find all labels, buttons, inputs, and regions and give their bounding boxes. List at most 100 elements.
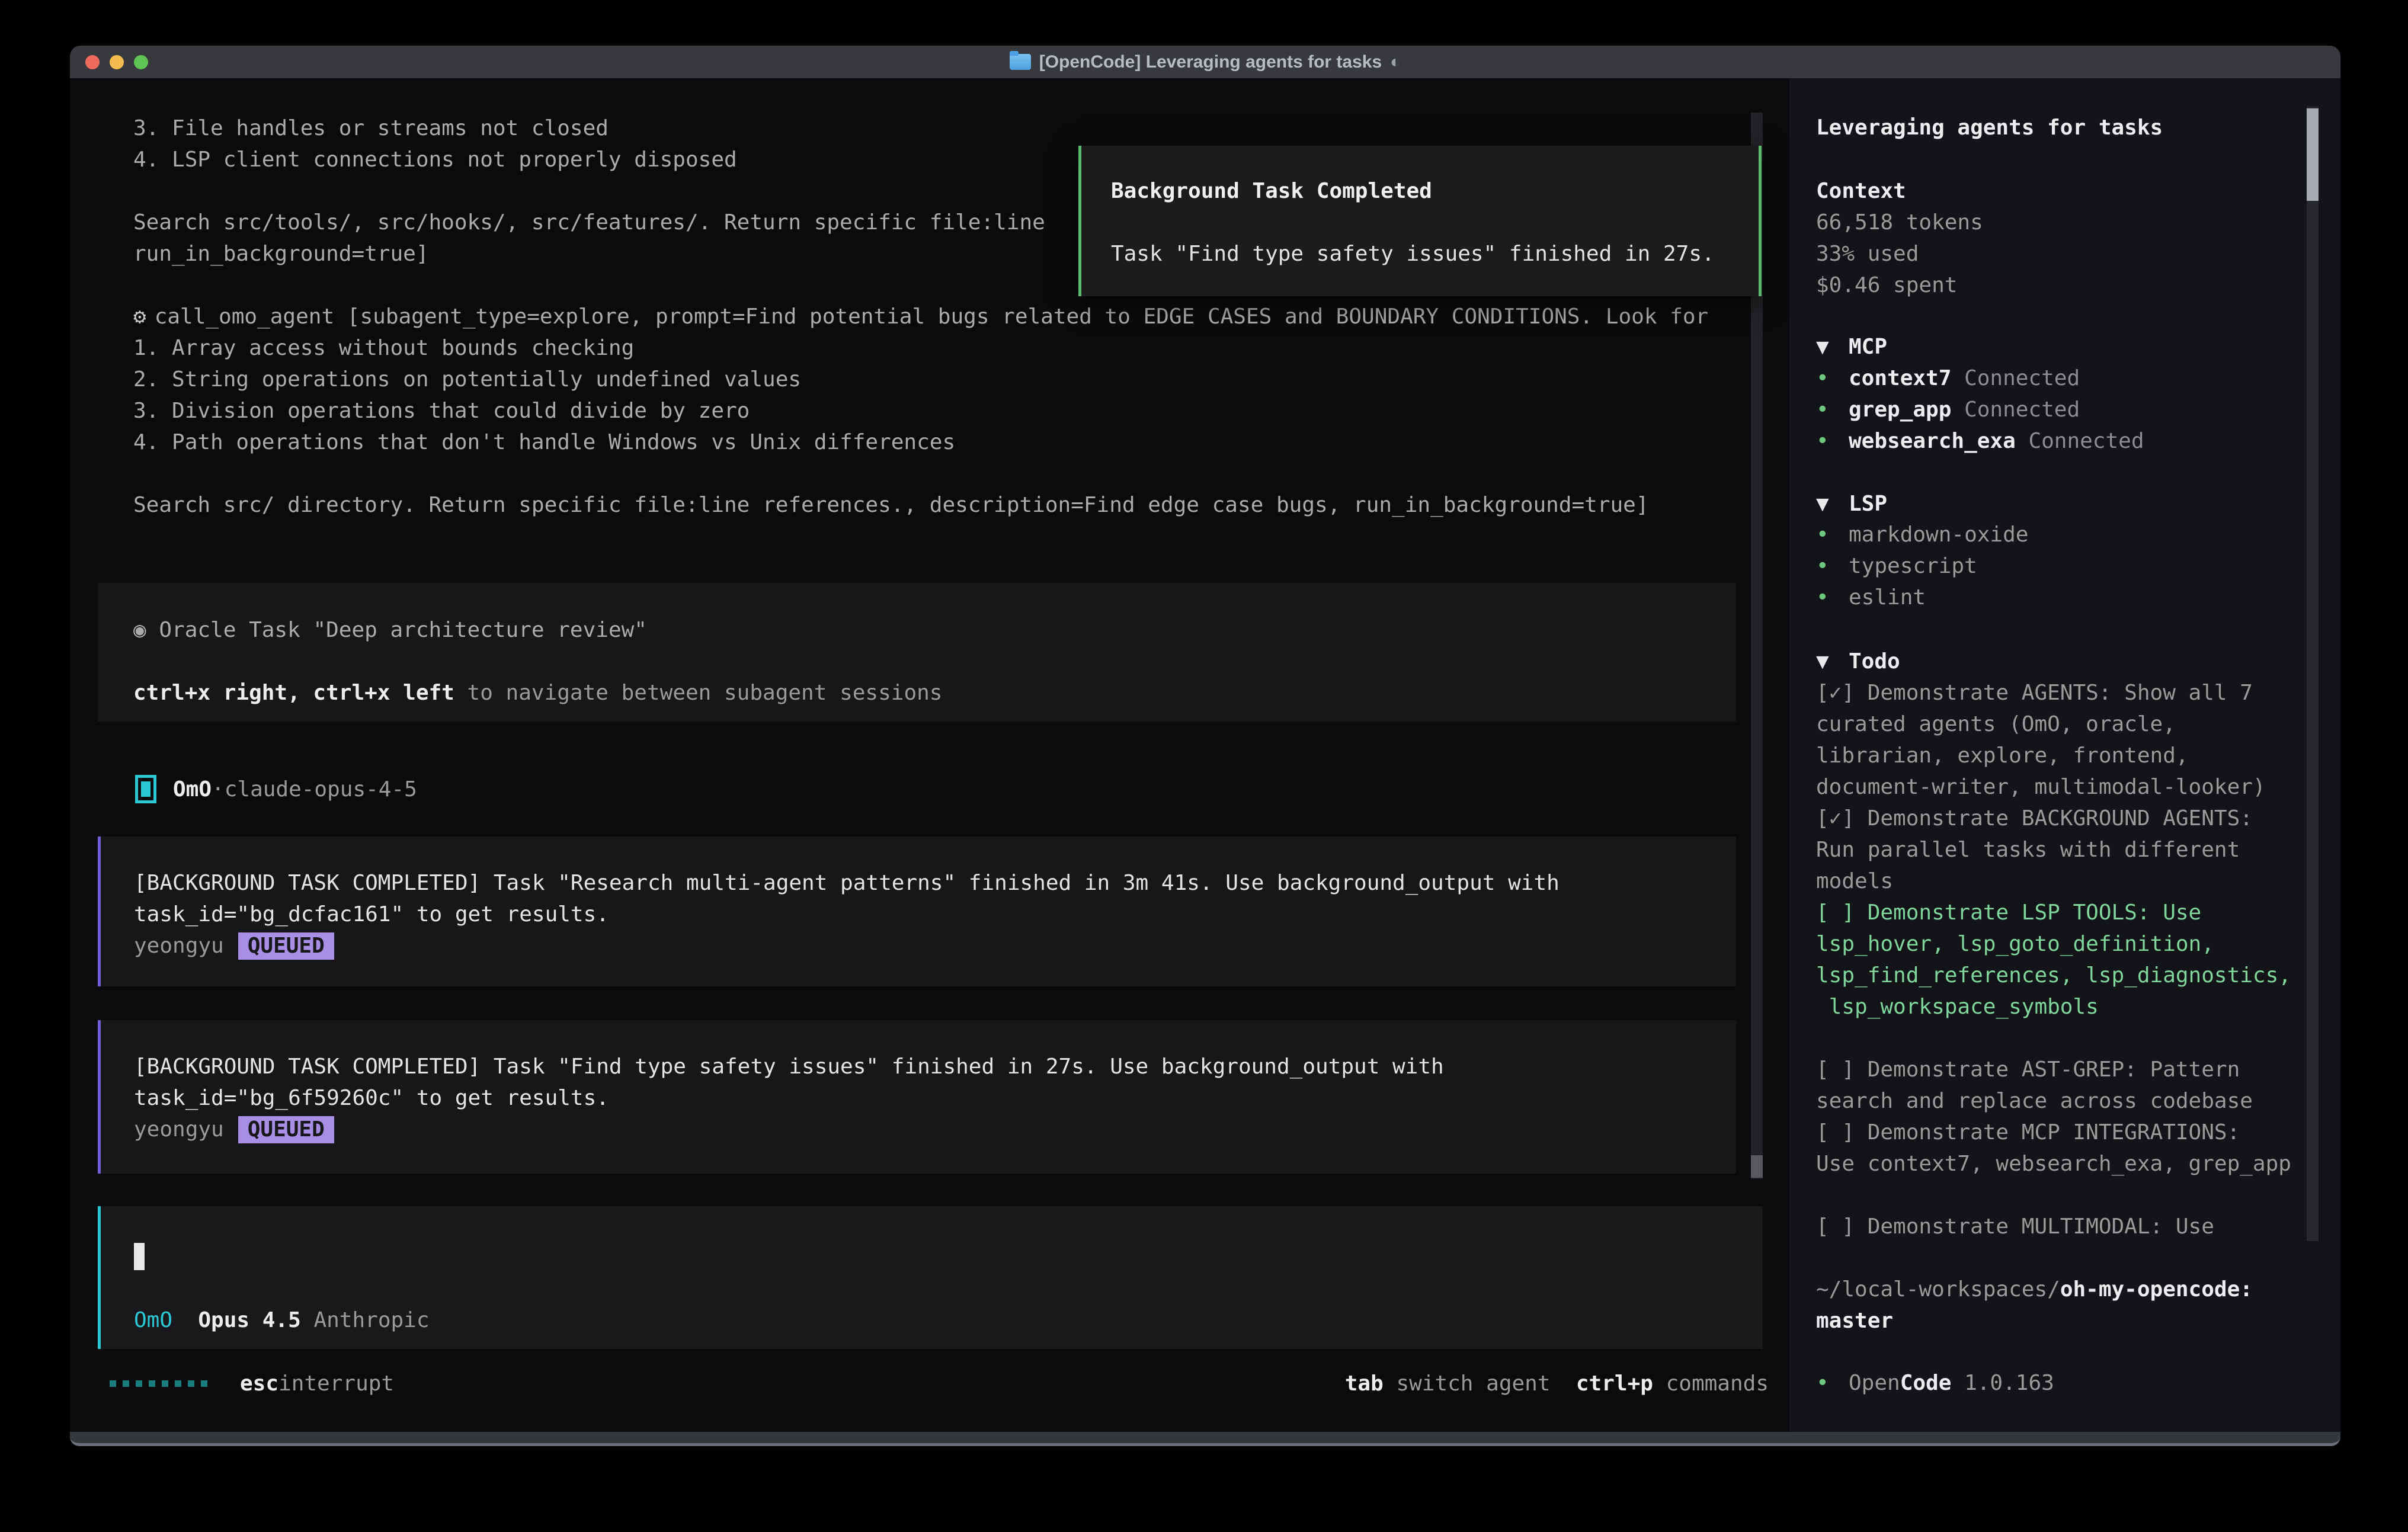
lsp-list: •markdown-oxide •typescript •eslint <box>1816 519 2028 613</box>
oracle-task-title: ◉ Oracle Task "Deep architecture review" <box>133 614 1736 646</box>
esc-key-hint: esc <box>240 1371 278 1396</box>
lsp-server-item: •eslint <box>1816 582 2028 613</box>
oracle-nav-hint: ctrl+x right, ctrl+x left to navigate be… <box>133 677 1736 709</box>
chat-scrollbar-thumb[interactable] <box>1751 1155 1763 1178</box>
session-title: Leveraging agents for tasks <box>1816 112 2163 143</box>
todo-line: document-writer, multimodal-looker) <box>1816 771 2291 803</box>
close-button[interactable] <box>85 55 100 69</box>
sidebar-scrollbar[interactable] <box>2307 107 2319 1241</box>
window-title: [OpenCode] Leveraging agents for tasks ◐ <box>1010 52 1401 72</box>
todo-line: [✓] Demonstrate BACKGROUND AGENTS: <box>1816 803 2291 834</box>
todo-line: models <box>1816 866 2291 897</box>
toast-body: Task "Find type safety issues" finished … <box>1111 238 1759 270</box>
window-title-text: [OpenCode] Leveraging agents for tasks <box>1039 52 1382 72</box>
agent-separator: · <box>212 777 225 802</box>
traffic-lights <box>85 46 148 78</box>
oracle-task-panel: ◉ Oracle Task "Deep architecture review"… <box>98 583 1736 722</box>
input-provider: Anthropic <box>313 1308 429 1332</box>
spinner-dot-icon <box>149 1380 155 1387</box>
terminal-line: $0.46 spent <box>1816 270 1983 301</box>
background-task-message: [BACKGROUND TASK COMPLETED] Task "Resear… <box>98 836 1736 986</box>
spinner-dot-icon <box>110 1380 116 1387</box>
task-message-meta: yeongyu QUEUED <box>134 1114 1736 1145</box>
agent-model: claude-opus-4-5 <box>225 777 417 802</box>
task-message-line1: [BACKGROUND TASK COMPLETED] Task "Find t… <box>134 1051 1736 1082</box>
terminal-content: 3. File handles or streams not closed 4.… <box>70 78 2340 1432</box>
input-agent-name: OmO <box>134 1308 172 1332</box>
prompt-input[interactable]: OmO Opus 4.5 Anthropic <box>98 1206 1763 1349</box>
zoom-button[interactable] <box>134 55 148 69</box>
terminal-line: 4. Path operations that don't handle Win… <box>133 427 1708 458</box>
terminal-line: 2. String operations on potentially unde… <box>133 364 1708 395</box>
background-task-toast: Background Task Completed Task "Find typ… <box>1078 146 1762 296</box>
queued-badge: QUEUED <box>238 932 334 960</box>
tab-key-hint: tab <box>1345 1371 1384 1396</box>
status-bar: esc interrupt tab switch agent ctrl+p co… <box>110 1368 1769 1399</box>
lsp-heading[interactable]: ▼LSP <box>1816 488 1887 520</box>
tab-key-label: switch agent <box>1384 1371 1551 1396</box>
todo-line: lsp_find_references, lsp_diagnostics, <box>1816 960 2291 991</box>
mcp-server-item: •websearch_exa Connected <box>1816 425 2144 457</box>
mcp-server-name: websearch_exa <box>1849 429 2016 453</box>
terminal-line: 33% used <box>1816 238 1983 270</box>
folder-icon <box>1010 54 1031 70</box>
terminal-line: 3. File handles or streams not closed <box>133 113 1045 144</box>
terminal-line: Search src/ directory. Return specific f… <box>133 489 1708 521</box>
todo-line <box>1816 1180 2291 1211</box>
ctrlp-key-hint: ctrl+p <box>1551 1371 1653 1396</box>
task-message-line2: task_id="bg_dcfac161" to get results. <box>134 899 1736 930</box>
spinner-dot-icon <box>123 1380 129 1387</box>
spinner-dot-icon <box>188 1380 194 1387</box>
mcp-heading[interactable]: ▼MCP <box>1816 331 1887 363</box>
task-message-line2: task_id="bg_6f59260c" to get results. <box>134 1082 1736 1114</box>
todo-heading[interactable]: ▼Todo <box>1816 646 1900 677</box>
status-right: tab switch agent ctrl+p commands <box>1345 1368 1769 1399</box>
todo-line: curated agents (OmO, oracle, <box>1816 709 2291 740</box>
status-dot-icon: • <box>1816 363 1849 394</box>
opencode-window: [OpenCode] Leveraging agents for tasks ◐… <box>70 46 2340 1446</box>
app-version: •OpenCode 1.0.163 <box>1816 1367 2054 1399</box>
status-dot-icon: • <box>1816 425 1849 457</box>
workspace-branch: master <box>1816 1305 1893 1337</box>
sidebar-scrollbar-thumb[interactable] <box>2307 108 2319 201</box>
task-message-meta: yeongyu QUEUED <box>134 930 1736 961</box>
todo-line: [ ] Demonstrate AST-GREP: Pattern <box>1816 1054 2291 1085</box>
mcp-server-status: Connected <box>1951 398 2080 422</box>
lsp-server-item: •markdown-oxide <box>1816 519 2028 550</box>
agent-name: OmO <box>173 777 212 802</box>
toast-title: Background Task Completed <box>1111 175 1759 207</box>
context-heading: Context <box>1816 175 1906 207</box>
agent-header: OmO · claude-opus-4-5 <box>135 772 417 806</box>
task-message-line1: [BACKGROUND TASK COMPLETED] Task "Resear… <box>134 867 1736 899</box>
window-bottom-edge <box>70 1432 2340 1446</box>
lsp-server-name: eslint <box>1849 585 1926 610</box>
todo-line: Use context7, websearch_exa, grep_app <box>1816 1148 2291 1180</box>
terminal-line: 3. Division operations that could divide… <box>133 395 1708 427</box>
session-half-circle-icon: ◐ <box>1390 52 1401 72</box>
status-dot-icon: • <box>1816 582 1849 613</box>
collapse-triangle-icon: ▼ <box>1816 646 1849 677</box>
todo-list: [✓] Demonstrate AGENTS: Show all 7 curat… <box>1816 677 2291 1242</box>
status-dot-icon: • <box>1816 394 1849 425</box>
gear-icon: ⚙ <box>133 305 146 329</box>
queued-badge: QUEUED <box>238 1116 334 1143</box>
todo-line: librarian, explore, frontend, <box>1816 740 2291 771</box>
status-dot-icon: • <box>1816 550 1849 582</box>
window-titlebar[interactable]: [OpenCode] Leveraging agents for tasks ◐ <box>70 46 2340 78</box>
tool-call-block: ⚙call_omo_agent [subagent_type=explore, … <box>133 301 1708 521</box>
terminal-line: Search src/tools/, src/hooks/, src/featu… <box>133 207 1045 238</box>
input-model: Opus 4.5 <box>172 1308 313 1332</box>
terminal-line: 66,518 tokens <box>1816 207 1983 238</box>
status-dot-icon: • <box>1816 519 1849 550</box>
terminal-line <box>133 175 1045 207</box>
minimize-button[interactable] <box>110 55 124 69</box>
text-cursor <box>134 1243 145 1270</box>
lsp-server-name: markdown-oxide <box>1849 523 2028 547</box>
terminal-line: 1. Array access without bounds checking <box>133 332 1708 364</box>
todo-line: lsp_hover, lsp_goto_definition, <box>1816 928 2291 960</box>
todo-line: [ ] Demonstrate MULTIMODAL: Use <box>1816 1211 2291 1242</box>
spinner-dot-icon <box>162 1380 168 1387</box>
lsp-server-item: •typescript <box>1816 550 2028 582</box>
collapse-triangle-icon: ▼ <box>1816 488 1849 520</box>
spinner-dot-icon <box>201 1380 207 1387</box>
